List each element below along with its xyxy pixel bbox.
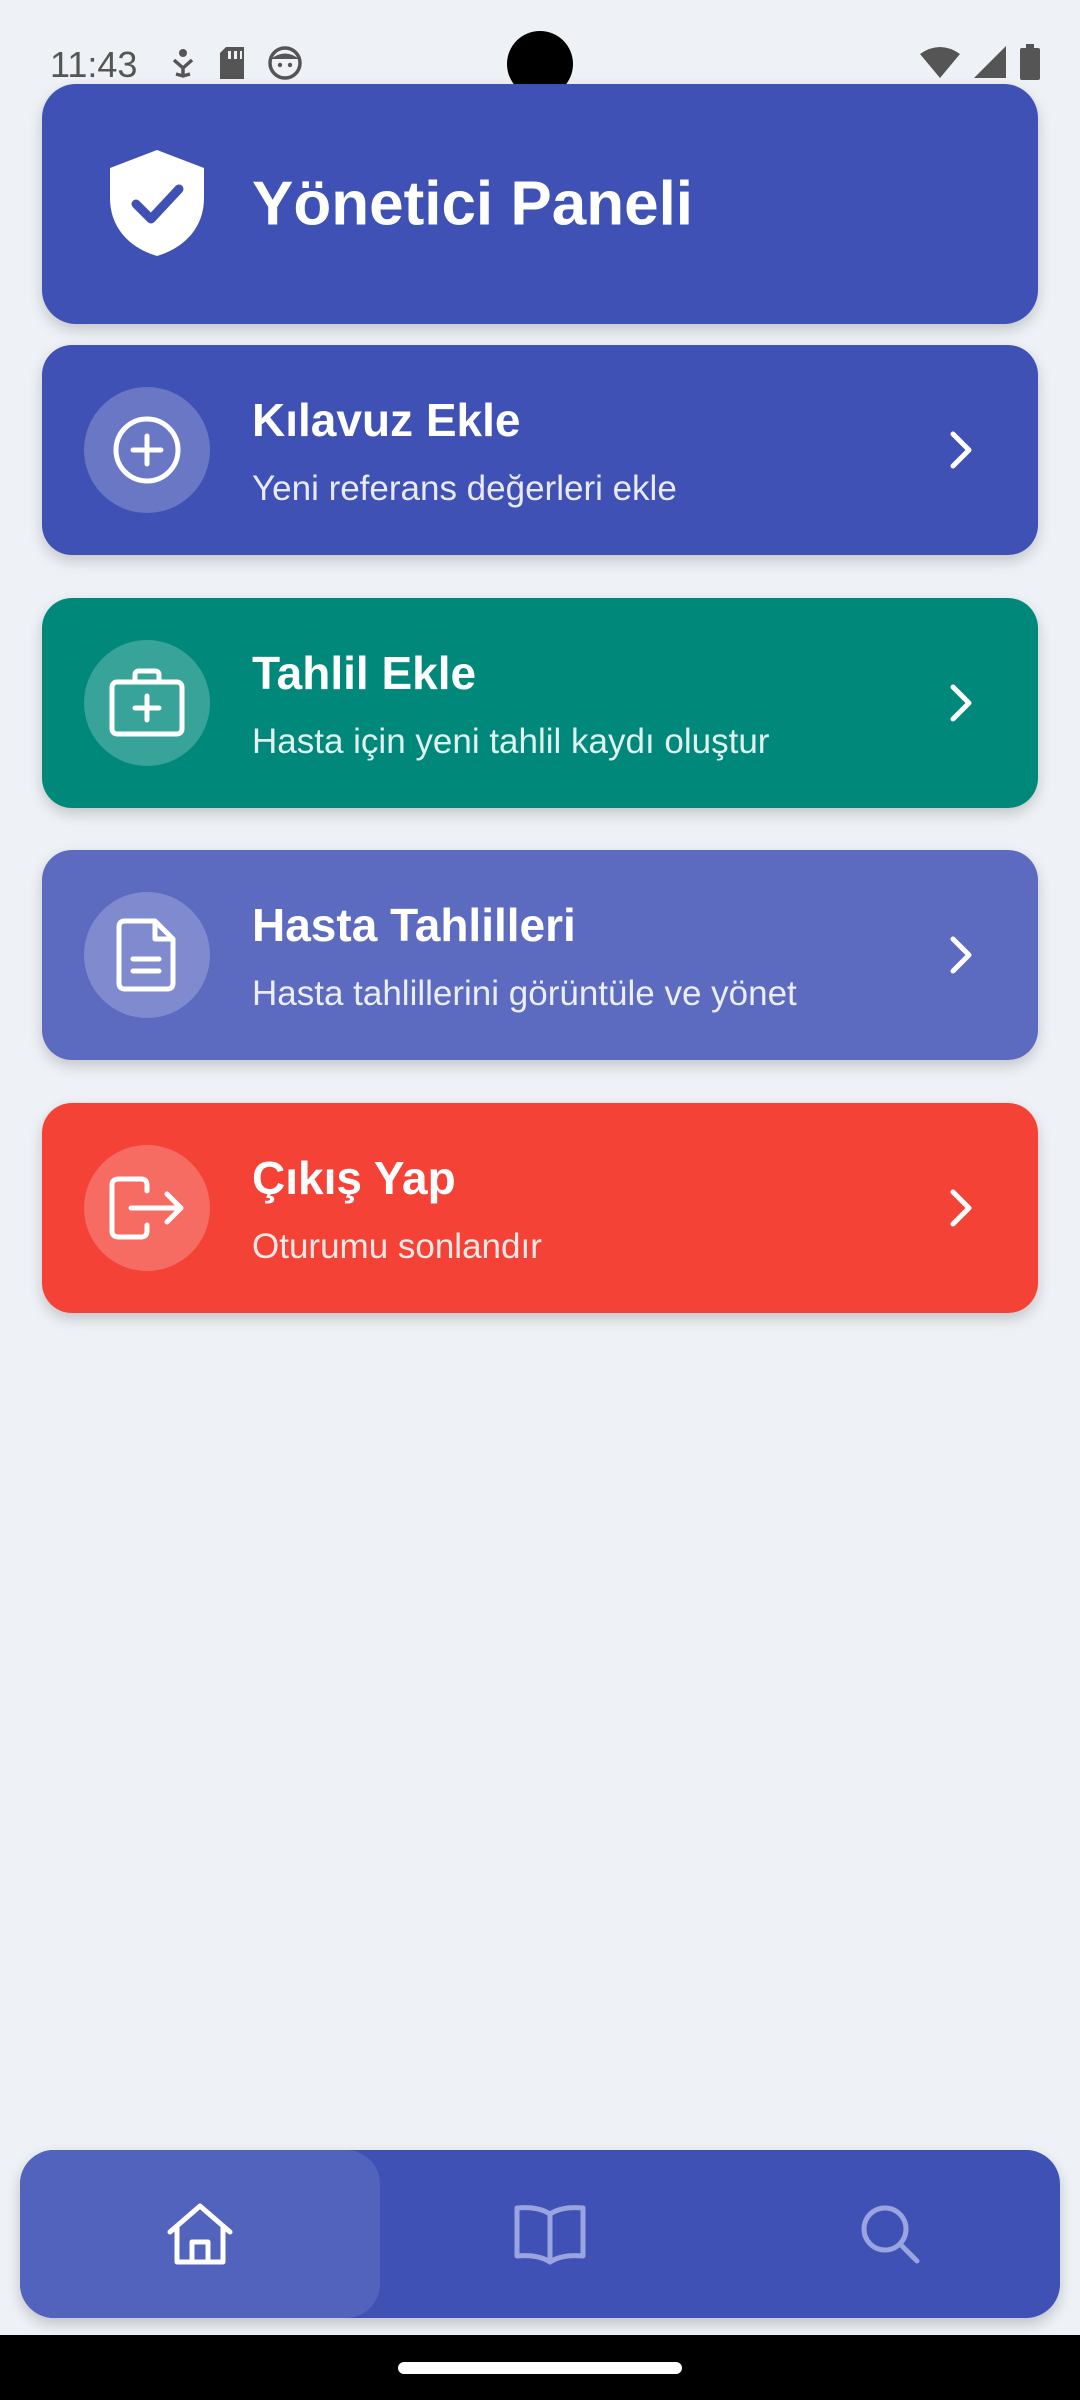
- home-indicator[interactable]: [398, 2362, 682, 2374]
- logout-icon-wrap: [84, 1145, 210, 1271]
- add-test-icon-wrap: [84, 640, 210, 766]
- signal-icon: [974, 46, 1006, 78]
- bottom-navigation: [20, 2150, 1060, 2318]
- add-test-subtitle: Hasta için yeni tahlil kaydı oluştur: [252, 722, 770, 761]
- nav-guide[interactable]: [380, 2150, 720, 2318]
- status-icons-right: [920, 44, 1040, 80]
- book-icon: [514, 2205, 586, 2265]
- add-test-title: Tahlil Ekle: [252, 647, 477, 699]
- system-navigation-bar: [0, 2335, 1080, 2400]
- add-test-card[interactable]: Tahlil Ekle Hasta için yeni tahlil kaydı…: [42, 598, 1038, 808]
- chevron-right-icon: [950, 684, 972, 722]
- patient-tests-subtitle: Hasta tahlillerini görüntüle ve yönet: [252, 974, 797, 1013]
- search-icon: [861, 2205, 920, 2264]
- sd-card-icon: [220, 47, 244, 79]
- battery-icon: [1020, 44, 1040, 80]
- plus-circle-icon: [113, 416, 181, 484]
- add-guide-subtitle: Yeni referans değerleri ekle: [252, 469, 677, 508]
- add-guide-card[interactable]: Kılavuz Ekle Yeni referans değerleri ekl…: [42, 345, 1038, 555]
- shield-check-icon: [110, 150, 204, 256]
- logout-title: Çıkış Yap: [252, 1152, 456, 1204]
- medical-kit-icon: [109, 668, 185, 737]
- chevron-right-icon: [950, 1189, 972, 1227]
- patient-tests-title: Hasta Tahlilleri: [252, 899, 576, 951]
- status-icons-left: [170, 46, 302, 80]
- logout-icon: [109, 1176, 184, 1240]
- accessibility-icon: [172, 49, 194, 78]
- nav-home[interactable]: [20, 2150, 380, 2318]
- patient-tests-icon-wrap: [84, 892, 210, 1018]
- status-time: 11:43: [50, 44, 138, 85]
- patient-tests-card[interactable]: Hasta Tahlilleri Hasta tahlillerini görü…: [42, 850, 1038, 1060]
- home-icon: [167, 2203, 233, 2265]
- nav-search[interactable]: [720, 2150, 1060, 2318]
- admin-header-card: Yönetici Paneli: [42, 84, 1038, 324]
- chevron-right-icon: [950, 431, 972, 469]
- screen: 11:43 Yönetici Paneli Kılavuz Ekle Yeni …: [0, 0, 1080, 2400]
- page-title: Yönetici Paneli: [252, 169, 694, 239]
- document-icon: [116, 918, 176, 992]
- wifi-icon: [920, 47, 960, 78]
- logout-card[interactable]: Çıkış Yap Oturumu sonlandır: [42, 1103, 1038, 1313]
- add-guide-icon-wrap: [84, 387, 210, 513]
- face-icon: [268, 46, 302, 80]
- chevron-right-icon: [950, 936, 972, 974]
- add-guide-title: Kılavuz Ekle: [252, 394, 521, 446]
- logout-subtitle: Oturumu sonlandır: [252, 1227, 542, 1266]
